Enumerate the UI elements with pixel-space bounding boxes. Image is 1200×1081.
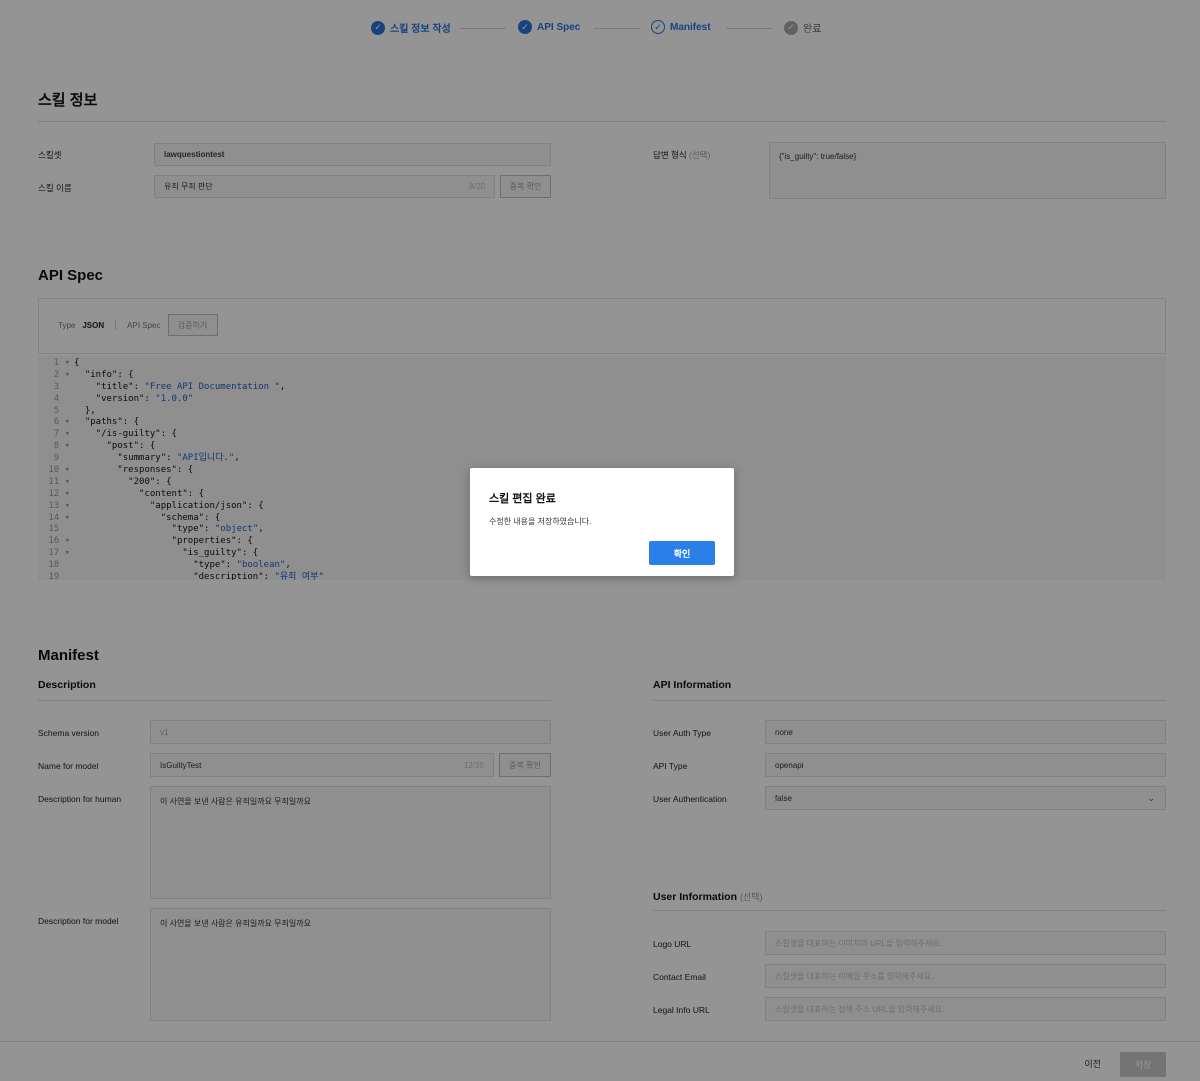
dialog-message: 수정한 내용을 저장하였습니다. — [489, 517, 592, 526]
confirm-button[interactable]: 확인 — [649, 541, 715, 565]
dialog-title: 스킬 편집 완료 — [489, 493, 556, 505]
save-complete-dialog: 스킬 편집 완료 수정한 내용을 저장하였습니다. 확인 — [470, 468, 734, 576]
